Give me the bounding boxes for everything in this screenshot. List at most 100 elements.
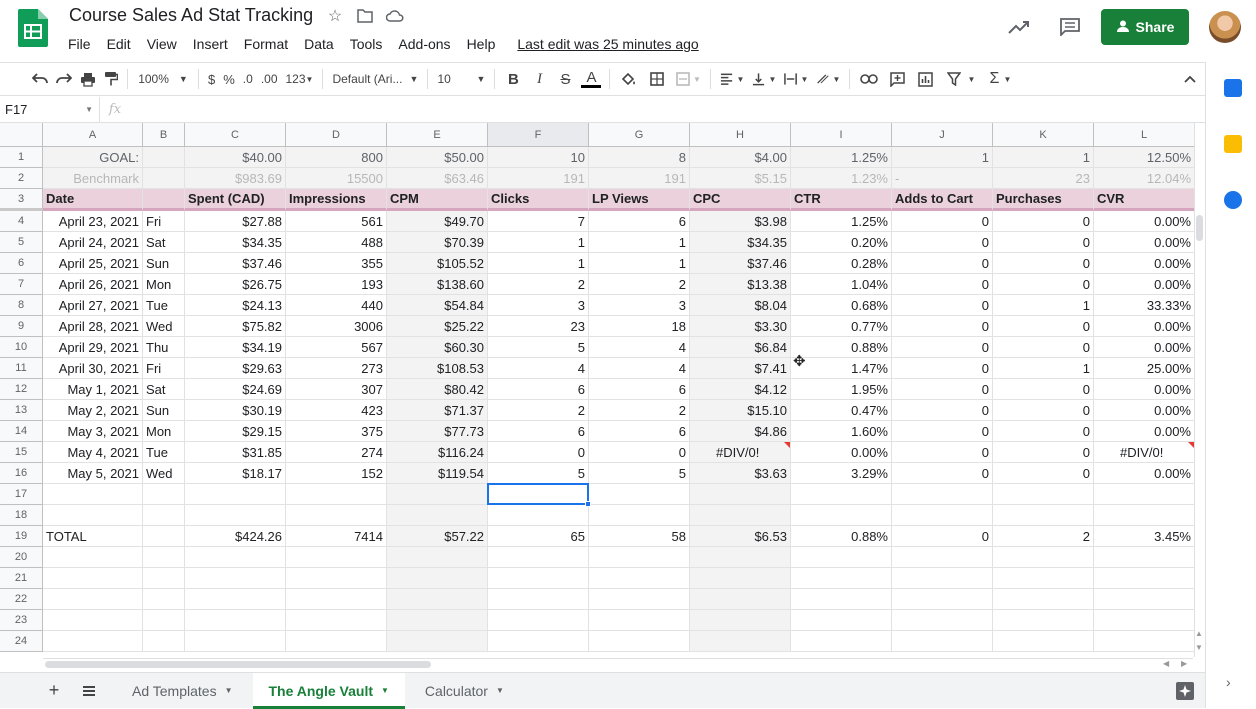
row-header-12[interactable]: 12 [0, 379, 43, 400]
cell-E24[interactable] [387, 631, 488, 652]
last-edit-link[interactable]: Last edit was 25 minutes ago [509, 36, 706, 52]
cell-B5[interactable]: Sat [143, 232, 185, 253]
cell-G22[interactable] [589, 589, 690, 610]
cell-L1[interactable]: 12.50% [1094, 147, 1194, 168]
cell-G17[interactable] [589, 484, 690, 505]
cell-B18[interactable] [143, 505, 185, 526]
cell-C2[interactable]: $983.69 [185, 168, 286, 189]
cell-L11[interactable]: 25.00% [1094, 358, 1194, 379]
row-header-6[interactable]: 6 [0, 253, 43, 274]
cell-K16[interactable]: 0 [993, 463, 1094, 484]
cell-J21[interactable] [892, 568, 993, 589]
cell-A4[interactable]: April 23, 2021 [43, 211, 143, 232]
cell-L15[interactable]: #DIV/0! [1094, 442, 1194, 463]
cell-C19[interactable]: $424.26 [185, 526, 286, 547]
horizontal-align-icon[interactable]: ▼ [716, 67, 748, 91]
column-header-G[interactable]: G [589, 123, 690, 147]
cell-A3[interactable]: Date [43, 189, 143, 211]
currency-format-button[interactable]: $ [204, 67, 219, 91]
functions-icon[interactable]: Σ ▼ [983, 67, 1017, 91]
cell-G20[interactable] [589, 547, 690, 568]
cell-D11[interactable]: 273 [286, 358, 387, 379]
cell-C22[interactable] [185, 589, 286, 610]
cell-G21[interactable] [589, 568, 690, 589]
cell-B6[interactable]: Sun [143, 253, 185, 274]
cell-D19[interactable]: 7414 [286, 526, 387, 547]
cell-J14[interactable]: 0 [892, 421, 993, 442]
cell-F15[interactable]: 0 [488, 442, 589, 463]
calendar-icon[interactable] [1224, 79, 1242, 97]
cell-B3[interactable] [143, 189, 185, 211]
cell-L16[interactable]: 0.00% [1094, 463, 1194, 484]
column-header-K[interactable]: K [993, 123, 1094, 147]
strikethrough-button[interactable]: S [552, 67, 578, 91]
cell-K20[interactable] [993, 547, 1094, 568]
column-header-B[interactable]: B [143, 123, 185, 147]
cell-E13[interactable]: $71.37 [387, 400, 488, 421]
cell-K3[interactable]: Purchases [993, 189, 1094, 211]
cell-D15[interactable]: 274 [286, 442, 387, 463]
share-button[interactable]: Share [1101, 9, 1189, 45]
cell-L22[interactable] [1094, 589, 1194, 610]
cell-I2[interactable]: 1.23% [791, 168, 892, 189]
decrease-decimal-button[interactable]: .0 [239, 67, 257, 91]
cell-K1[interactable]: 1 [993, 147, 1094, 168]
cell-B2[interactable] [143, 168, 185, 189]
cell-J2[interactable]: - [892, 168, 993, 189]
cell-I6[interactable]: 0.28% [791, 253, 892, 274]
menu-insert[interactable]: Insert [185, 36, 236, 52]
cell-E18[interactable] [387, 505, 488, 526]
cell-G23[interactable] [589, 610, 690, 631]
cell-F14[interactable]: 6 [488, 421, 589, 442]
cell-C7[interactable]: $26.75 [185, 274, 286, 295]
cell-E19[interactable]: $57.22 [387, 526, 488, 547]
cell-G12[interactable]: 6 [589, 379, 690, 400]
cell-F6[interactable]: 1 [488, 253, 589, 274]
cell-B8[interactable]: Tue [143, 295, 185, 316]
select-all-corner[interactable] [0, 123, 43, 147]
all-sheets-icon[interactable] [74, 679, 104, 703]
redo-icon[interactable] [52, 67, 76, 91]
cell-C17[interactable] [185, 484, 286, 505]
cell-L5[interactable]: 0.00% [1094, 232, 1194, 253]
cell-I22[interactable] [791, 589, 892, 610]
cell-H24[interactable] [690, 631, 791, 652]
cell-A24[interactable] [43, 631, 143, 652]
cell-L6[interactable]: 0.00% [1094, 253, 1194, 274]
cell-A19[interactable]: TOTAL [43, 526, 143, 547]
cell-F1[interactable]: 10 [488, 147, 589, 168]
cell-E21[interactable] [387, 568, 488, 589]
cell-I16[interactable]: 3.29% [791, 463, 892, 484]
cell-C11[interactable]: $29.63 [185, 358, 286, 379]
explore-icon[interactable] [1165, 679, 1205, 703]
cell-G13[interactable]: 2 [589, 400, 690, 421]
cell-I15[interactable]: 0.00% [791, 442, 892, 463]
document-title[interactable]: Course Sales Ad Stat Tracking [69, 5, 313, 26]
cell-A15[interactable]: May 4, 2021 [43, 442, 143, 463]
comment-icon[interactable] [1057, 14, 1083, 40]
cell-K21[interactable] [993, 568, 1094, 589]
cell-L14[interactable]: 0.00% [1094, 421, 1194, 442]
cell-D22[interactable] [286, 589, 387, 610]
cell-A9[interactable]: April 28, 2021 [43, 316, 143, 337]
cell-J5[interactable]: 0 [892, 232, 993, 253]
increase-decimal-button[interactable]: .00 [257, 67, 282, 91]
cell-D1[interactable]: 800 [286, 147, 387, 168]
cell-J12[interactable]: 0 [892, 379, 993, 400]
font-size-select[interactable]: 10 ▼ [433, 67, 489, 91]
cell-E6[interactable]: $105.52 [387, 253, 488, 274]
borders-icon[interactable] [643, 67, 671, 91]
cell-L12[interactable]: 0.00% [1094, 379, 1194, 400]
row-header-18[interactable]: 18 [0, 505, 43, 526]
cell-G2[interactable]: 191 [589, 168, 690, 189]
cell-L18[interactable] [1094, 505, 1194, 526]
cell-J3[interactable]: Adds to Cart [892, 189, 993, 211]
more-formats-button[interactable]: 123 ▼ [282, 67, 318, 91]
cell-J16[interactable]: 0 [892, 463, 993, 484]
cell-C9[interactable]: $75.82 [185, 316, 286, 337]
cell-I17[interactable] [791, 484, 892, 505]
cell-E16[interactable]: $119.54 [387, 463, 488, 484]
cell-H4[interactable]: $3.98 [690, 211, 791, 232]
column-header-J[interactable]: J [892, 123, 993, 147]
cell-D16[interactable]: 152 [286, 463, 387, 484]
